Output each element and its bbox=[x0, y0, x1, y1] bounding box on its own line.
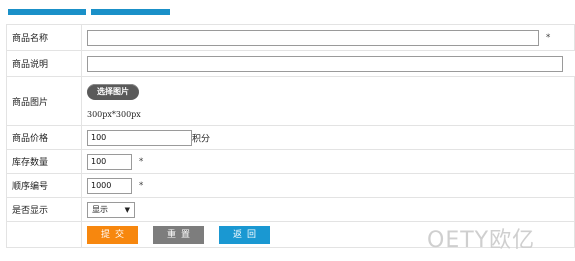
submit-button[interactable]: 提交 bbox=[87, 225, 138, 244]
price-cell: 积分 bbox=[81, 125, 575, 150]
price-unit: 积分 bbox=[192, 134, 211, 144]
tab-1[interactable] bbox=[8, 9, 86, 15]
tab-2[interactable] bbox=[91, 9, 170, 15]
stock-required-mark: * bbox=[138, 156, 144, 167]
order-cell: * bbox=[81, 173, 575, 198]
price-label: 商品价格 bbox=[6, 125, 82, 150]
row-name: 商品名称 * bbox=[6, 24, 575, 51]
choose-image-button[interactable]: 选择图片 bbox=[87, 83, 139, 100]
description-cell bbox=[81, 50, 575, 77]
description-input[interactable] bbox=[87, 55, 563, 72]
name-cell: * bbox=[81, 24, 575, 51]
name-required-mark: * bbox=[545, 32, 551, 43]
display-label: 是否显示 bbox=[6, 197, 82, 222]
row-image: 商品图片 选择图片 300px*300px bbox=[6, 76, 575, 126]
row-stock: 库存数量 * bbox=[6, 149, 575, 174]
name-label: 商品名称 bbox=[6, 24, 82, 51]
row-description: 商品说明 bbox=[6, 50, 575, 77]
row-order: 顺序编号 * bbox=[6, 173, 575, 198]
page: 商品名称 * 商品说明 商品图片 选择图片 300px*300px 商品价格 积… bbox=[0, 0, 575, 261]
row-price: 商品价格 积分 bbox=[6, 125, 575, 150]
product-form: 商品名称 * 商品说明 商品图片 选择图片 300px*300px 商品价格 积… bbox=[6, 24, 575, 248]
price-input[interactable] bbox=[87, 129, 192, 146]
display-cell: 显示 ▼ bbox=[81, 197, 575, 222]
back-button[interactable]: 返回 bbox=[219, 225, 270, 244]
watermark-logo: OETY欧亿 bbox=[427, 228, 536, 253]
image-label: 商品图片 bbox=[6, 76, 82, 126]
display-select[interactable]: 显示 ▼ bbox=[87, 201, 135, 218]
reset-button[interactable]: 重置 bbox=[153, 225, 204, 244]
actions-label-cell bbox=[6, 221, 82, 248]
chevron-down-icon: ▼ bbox=[124, 205, 130, 214]
order-required-mark: * bbox=[138, 180, 144, 191]
name-input[interactable] bbox=[87, 29, 539, 46]
description-label: 商品说明 bbox=[6, 50, 82, 77]
stock-label: 库存数量 bbox=[6, 149, 82, 174]
display-select-value: 显示 bbox=[92, 204, 108, 214]
order-label: 顺序编号 bbox=[6, 173, 82, 198]
row-display: 是否显示 显示 ▼ bbox=[6, 197, 575, 222]
image-size-hint: 300px*300px bbox=[87, 109, 141, 119]
image-cell: 选择图片 300px*300px bbox=[81, 76, 575, 126]
stock-input[interactable] bbox=[87, 153, 132, 170]
order-input[interactable] bbox=[87, 177, 132, 194]
stock-cell: * bbox=[81, 149, 575, 174]
